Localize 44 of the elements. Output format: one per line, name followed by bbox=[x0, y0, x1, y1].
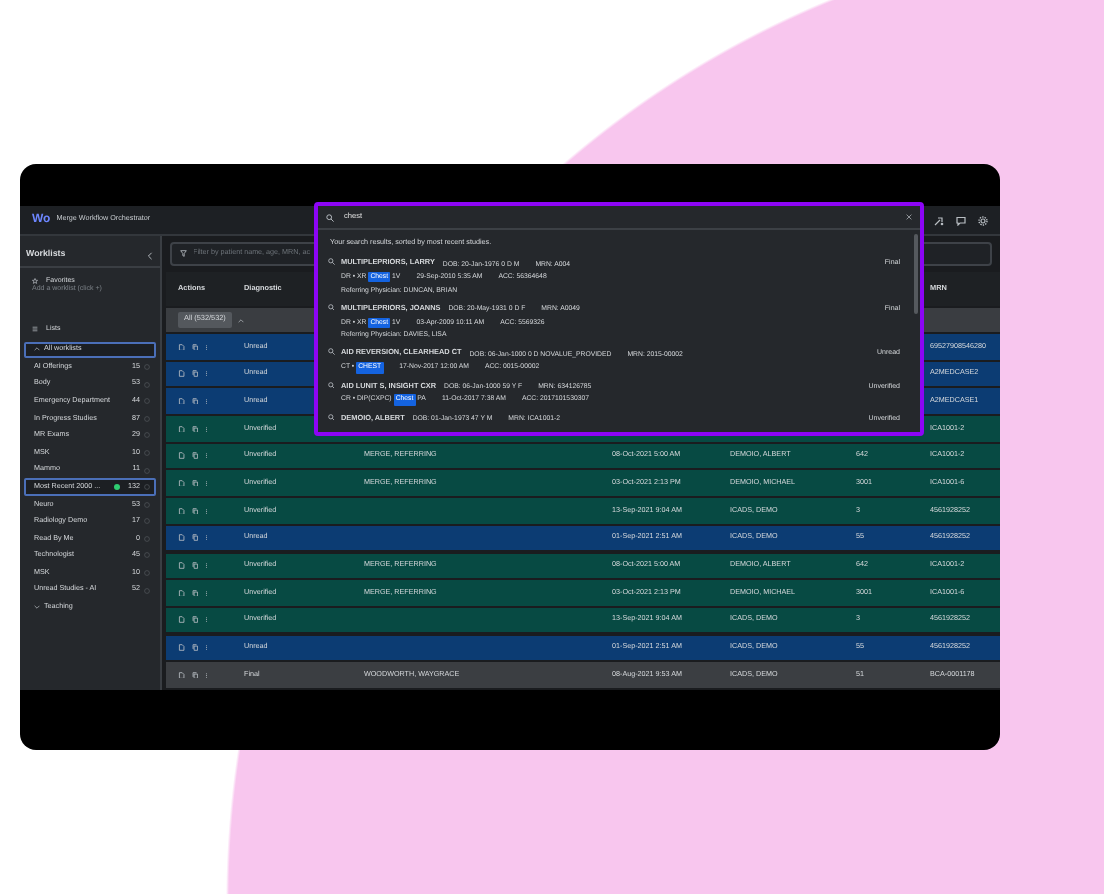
copy-icon[interactable] bbox=[191, 452, 198, 460]
document-icon[interactable] bbox=[178, 397, 185, 405]
copy-icon[interactable] bbox=[191, 370, 198, 378]
document-icon[interactable] bbox=[178, 562, 185, 569]
settings-icon[interactable] bbox=[978, 215, 988, 225]
search-icon bbox=[328, 348, 335, 356]
copy-icon[interactable] bbox=[191, 562, 198, 569]
copy-icon[interactable] bbox=[191, 644, 198, 652]
star-icon bbox=[32, 277, 38, 284]
chat-icon[interactable] bbox=[956, 215, 966, 225]
copy-icon[interactable] bbox=[191, 534, 198, 542]
close-icon[interactable] bbox=[906, 214, 912, 220]
document-icon[interactable] bbox=[178, 507, 185, 515]
expand-caret-icon bbox=[34, 604, 40, 611]
document-icon[interactable] bbox=[178, 616, 185, 624]
collapse-caret-icon bbox=[34, 346, 40, 353]
link-icon[interactable] bbox=[934, 215, 944, 225]
copy-icon[interactable] bbox=[191, 343, 198, 350]
copy-icon[interactable] bbox=[191, 589, 198, 597]
copy-icon[interactable] bbox=[191, 616, 198, 624]
document-icon[interactable] bbox=[178, 452, 185, 460]
document-icon[interactable] bbox=[178, 425, 185, 433]
copy-icon[interactable] bbox=[191, 671, 198, 679]
document-icon[interactable] bbox=[178, 671, 185, 679]
search-icon bbox=[328, 258, 335, 266]
copy-icon[interactable] bbox=[191, 507, 198, 515]
search-icon bbox=[326, 213, 334, 221]
caret-icon bbox=[237, 317, 244, 323]
copy-icon[interactable] bbox=[191, 425, 198, 433]
scrollbar[interactable] bbox=[914, 234, 918, 314]
document-icon[interactable] bbox=[178, 644, 185, 652]
document-icon[interactable] bbox=[178, 589, 185, 597]
document-icon[interactable] bbox=[178, 479, 185, 487]
filter-icon bbox=[180, 250, 187, 258]
search-icon bbox=[328, 413, 335, 421]
search-icon bbox=[328, 381, 335, 389]
list-icon bbox=[32, 325, 38, 332]
document-icon[interactable] bbox=[178, 343, 185, 350]
copy-icon[interactable] bbox=[191, 397, 198, 405]
copy-icon[interactable] bbox=[191, 479, 198, 487]
collapse-icon[interactable] bbox=[146, 251, 154, 259]
document-icon[interactable] bbox=[178, 370, 185, 378]
search-icon bbox=[328, 303, 335, 311]
document-icon[interactable] bbox=[178, 534, 185, 542]
